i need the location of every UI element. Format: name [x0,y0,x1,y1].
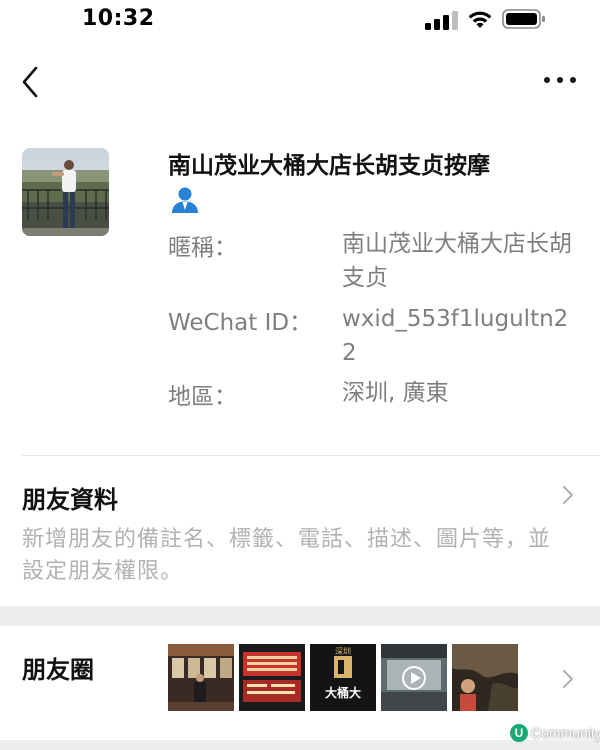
thumbnail-caption: 深圳 [335,647,351,656]
avatar[interactable] [22,148,109,236]
nickname-value: 南山茂业大桶大店长胡支贞 [342,231,572,291]
moments-title: 朋友圈 [22,656,94,684]
friend-info-row[interactable]: 朋友資料 新增朋友的備註名、標籤、電話、描述、圖片等，並設定朋友權限。 [0,456,600,606]
status-time: 10:32 [82,6,155,31]
avatar-photo [22,148,109,236]
section-gap [0,606,600,626]
moments-thumbnail[interactable] [239,644,305,711]
back-icon[interactable] [18,64,44,100]
moments-thumbnail[interactable] [168,644,234,711]
person-icon [172,187,198,213]
wifi-icon [468,11,492,28]
region-label: 地區： [168,384,237,410]
more-options-icon[interactable] [542,72,578,88]
battery-icon [502,9,545,29]
watermark-logo: U [510,724,528,742]
status-bar: 10:32 [0,0,600,40]
nickname-label: 暱稱： [168,235,237,261]
cellular-signal-icon [425,11,458,30]
watermark: U Community [510,722,600,744]
watermark-text: Community [531,725,600,741]
chevron-right-icon [563,486,573,504]
moments-thumbnail[interactable] [381,644,447,711]
region-value: 深圳, 廣東 [342,380,449,406]
friend-info-title: 朋友資料 [22,486,118,514]
friend-info-description: 新增朋友的備註名、標籤、電話、描述、圖片等，並設定朋友權限。 [22,527,552,584]
chevron-right-icon [563,670,573,688]
wechat-id-label: WeChat ID： [168,310,313,336]
moments-thumbnails: 深圳 大桶大 [168,644,518,711]
moments-thumbnail[interactable]: 深圳 大桶大 [310,644,376,711]
profile-name: 南山茂业大桶大店长胡支贞按摩 [168,153,490,179]
wechat-id-value: wxid_553f1lugultn22 [342,306,569,366]
thumbnail-caption: 大桶大 [324,686,361,700]
moments-thumbnail[interactable] [452,644,518,711]
